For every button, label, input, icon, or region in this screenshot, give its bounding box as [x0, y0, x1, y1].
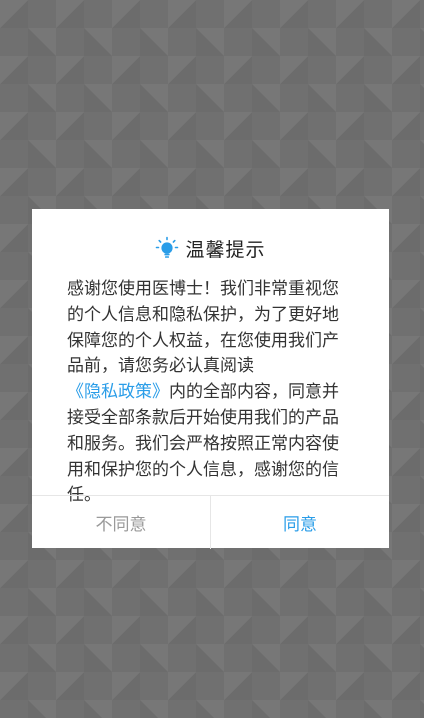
dialog-title: 温馨提示 — [185, 238, 266, 261]
lightbulb-icon — [155, 236, 179, 260]
privacy-dialog: 温馨提示 感谢您使用医博士！我们非常重视您的个人信息和隐私保护，为了更好地保障您… — [32, 209, 389, 549]
message-text-before: 感谢您使用医博士！我们非常重视您的个人信息和隐私保护，为了更好地保障您的个人权益… — [67, 279, 339, 377]
dialog-header: 温馨提示 — [32, 235, 389, 261]
disagree-button[interactable]: 不同意 — [32, 496, 211, 549]
dialog-footer: 不同意 同意 — [32, 495, 389, 549]
dialog-message: 感谢您使用医博士！我们非常重视您的个人信息和隐私保护，为了更好地保障您的个人权益… — [67, 277, 349, 509]
privacy-policy-link[interactable]: 《隐私政策》 — [67, 382, 169, 402]
agree-button[interactable]: 同意 — [211, 496, 389, 549]
